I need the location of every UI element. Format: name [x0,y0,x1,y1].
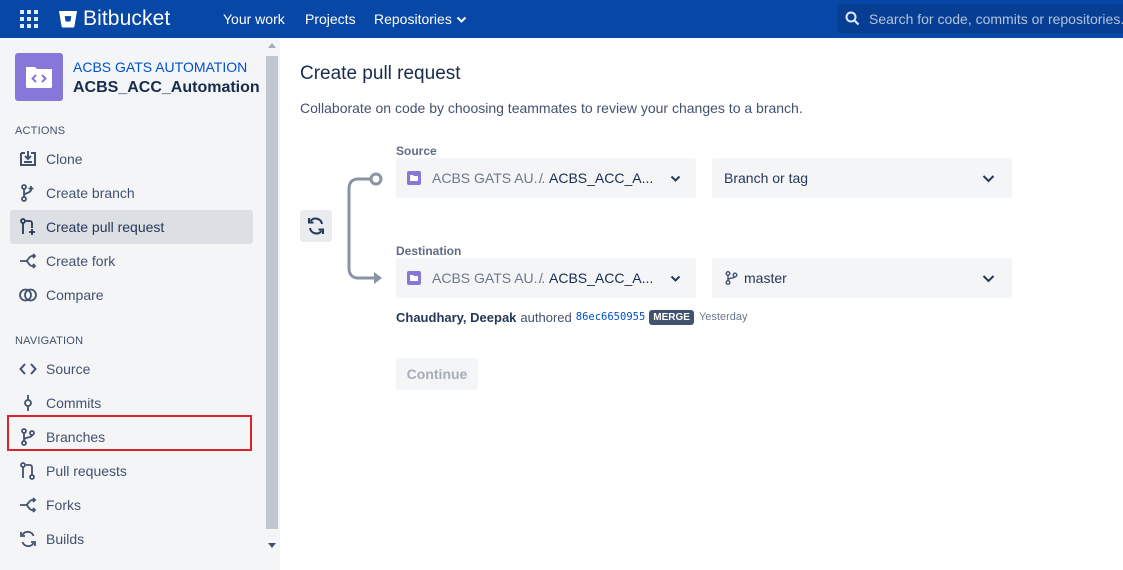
destination-branch-name: master [744,270,787,286]
search-icon [845,11,860,26]
page-title: Create pull request [300,63,461,84]
destination-repo-name: ACBS_ACC_A... [549,270,654,286]
nav-your-work[interactable]: Your work [223,0,285,38]
search-box[interactable] [837,4,1123,33]
repo-avatar[interactable] [15,53,63,101]
sidebar: ACBS GATS AUTOMATION ACBS_ACC_Automation… [0,38,280,570]
sidebar-item-label: Pull requests [46,463,127,479]
sidebar-item-branches[interactable]: Branches [10,420,253,454]
bitbucket-logo-icon [59,11,77,28]
source-to-destination-connector [347,172,383,284]
sidebar-item-label: Create branch [46,185,135,201]
chevron-down-icon [982,175,995,183]
sidebar-item-source[interactable]: Source [10,352,253,386]
fork-icon [20,253,37,269]
repo-folder-icon [407,271,421,285]
sidebar-item-label: Create pull request [46,219,165,235]
nav-repositories[interactable]: Repositories [374,0,452,38]
sidebar-item-label: Clone [46,151,83,167]
logo-text: Bitbucket [83,7,171,30]
sidebar-item-label: Commits [46,395,102,411]
repo-folder-icon [407,171,421,185]
sidebar-item-pull-requests[interactable]: Pull requests [10,454,253,488]
scrollbar-thumb[interactable] [266,56,278,529]
sidebar-item-label: Compare [46,287,104,303]
latest-commit-info: Chaudhary, Deepak authored 86ec6650955 M… [396,309,748,325]
branches-icon [21,428,35,446]
commit-time: Yesterday [698,311,748,323]
branch-icon [725,271,738,285]
navigation-section-title: NAVIGATION [15,335,84,347]
swap-icon [308,217,324,235]
project-link[interactable]: ACBS GATS AUTOMATION [73,59,247,75]
sidebar-item-create-pull-request[interactable]: Create pull request [10,210,253,244]
chevron-down-icon [670,175,681,182]
sidebar-item-label: Source [46,361,91,377]
continue-button[interactable]: Continue [396,358,478,390]
sidebar-item-builds[interactable]: Builds [10,522,253,556]
sidebar-item-forks[interactable]: Forks [10,488,253,522]
merge-badge: MERGE [649,309,694,325]
sidebar-scrollbar[interactable] [265,38,279,570]
source-project-name: ACBS GATS AU... [432,170,546,186]
branch-placeholder: Branch or tag [724,170,809,186]
app-switcher-icon[interactable] [20,10,38,28]
source-label: Source [396,144,437,158]
chevron-down-icon [982,275,995,283]
scroll-up-arrow-icon[interactable] [268,42,276,48]
top-navigation-bar: Bitbucket Your work Projects Repositorie… [0,0,1123,38]
actions-section-title: ACTIONS [15,125,66,137]
pull-request-icon [20,462,35,480]
clone-icon [20,151,36,166]
sidebar-item-label: Builds [46,531,85,547]
branch-icon [21,184,34,202]
destination-branch-select[interactable]: master [712,258,1012,298]
chevron-down-icon[interactable] [456,14,467,25]
source-branch-select[interactable]: Branch or tag [712,158,1012,198]
sidebar-item-commits[interactable]: Commits [10,386,253,420]
commit-icon [24,395,32,411]
sidebar-item-create-fork[interactable]: Create fork [10,244,253,278]
sidebar-item-label: Branches [46,429,106,445]
swap-source-destination-button[interactable] [300,210,332,242]
commit-verb: authored [520,309,572,325]
forks-icon [20,497,37,513]
destination-project-name: ACBS GATS AU... [432,270,546,286]
path-separator: / [539,270,543,286]
page-description: Collaborate on code by choosing teammate… [300,100,803,116]
scroll-down-arrow-icon[interactable] [268,543,276,549]
source-repo-name: ACBS_ACC_A... [549,170,654,186]
code-icon [19,363,37,375]
compare-icon [19,288,37,302]
code-folder-icon [26,67,52,88]
nav-projects[interactable]: Projects [305,0,356,38]
repo-name[interactable]: ACBS_ACC_Automation [73,79,260,97]
bitbucket-logo[interactable]: Bitbucket [58,7,170,31]
destination-label: Destination [396,244,462,258]
commit-author[interactable]: Chaudhary, Deepak [396,310,516,325]
sidebar-item-create-branch[interactable]: Create branch [10,176,253,210]
builds-icon [20,530,36,548]
chevron-down-icon [670,275,681,282]
sidebar-item-label: Create fork [46,253,116,269]
sidebar-item-compare[interactable]: Compare [10,278,253,312]
source-repo-select[interactable]: ACBS GATS AU... / ACBS_ACC_A... [396,158,696,198]
commit-hash-link[interactable]: 86ec6650955 [576,311,646,323]
sidebar-item-label: Forks [46,497,81,513]
path-separator: / [539,170,543,186]
destination-repo-select[interactable]: ACBS GATS AU... / ACBS_ACC_A... [396,258,696,298]
search-input[interactable] [869,4,1123,33]
create-pull-request-icon [20,218,35,235]
sidebar-item-clone[interactable]: Clone [10,142,253,176]
